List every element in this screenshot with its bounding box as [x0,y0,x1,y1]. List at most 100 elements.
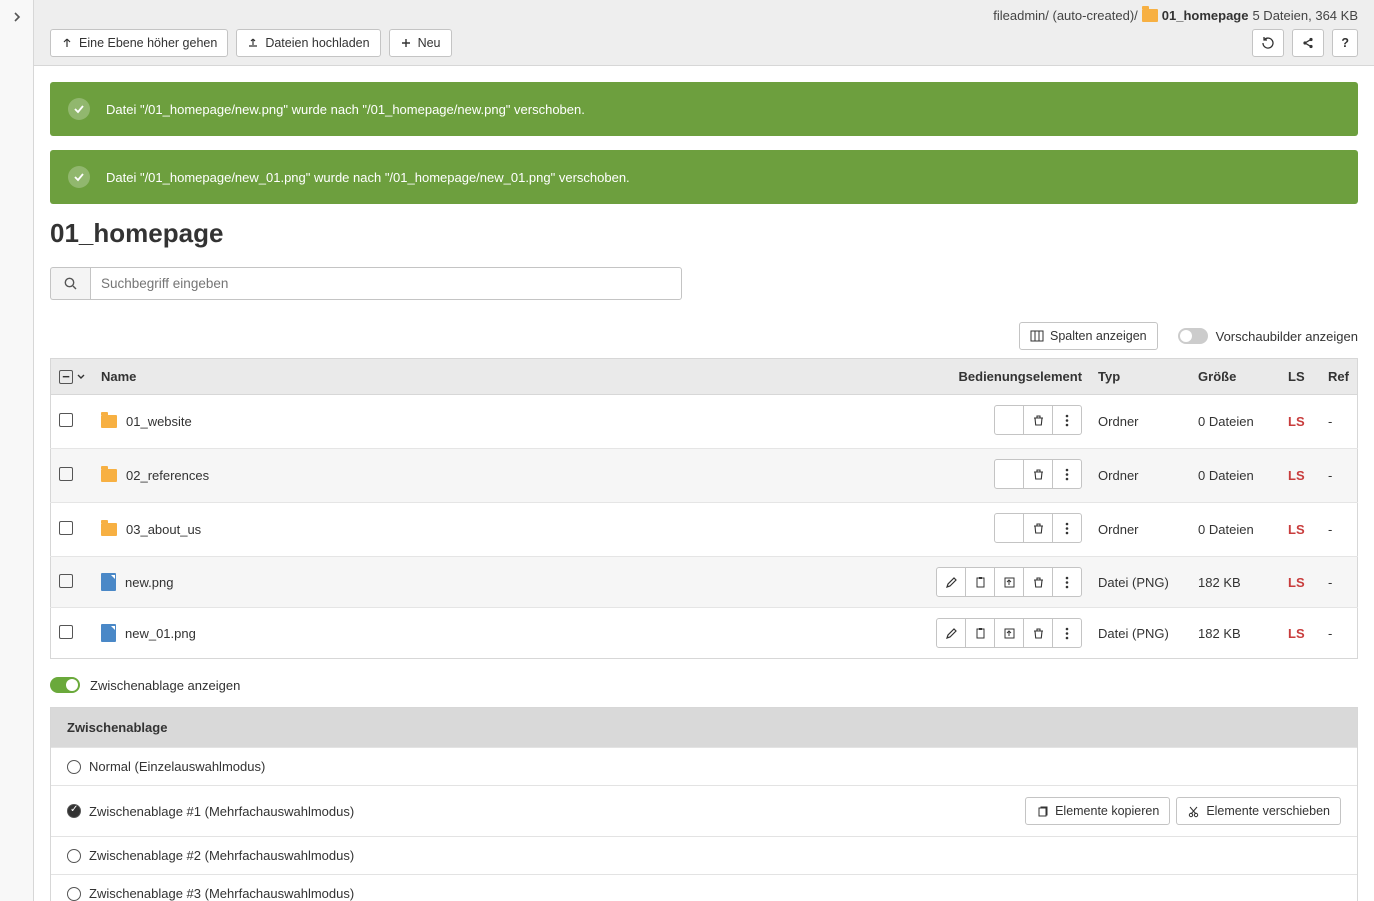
clipboard-option-label: Zwischenablage #3 (Mehrfachauswahlmodus) [89,886,354,901]
folder-icon [101,415,117,428]
replace-button[interactable] [994,618,1024,648]
sidebar-collapsed [0,0,34,901]
move-elements-button[interactable]: Elemente verschieben [1176,797,1341,825]
success-alert: Datei "/01_homepage/new.png" wurde nach … [50,82,1358,136]
alert-message: Datei "/01_homepage/new.png" wurde nach … [106,102,585,117]
th-size[interactable]: Größe [1190,359,1280,395]
clipboard-option[interactable]: Zwischenablage #3 (Mehrfachauswahlmodus) [51,874,1357,901]
edit-button[interactable] [936,618,966,648]
new-button[interactable]: Neu [389,29,452,57]
th-ls: LS [1280,359,1320,395]
share-button[interactable] [1292,29,1324,57]
clipboard-option[interactable]: Zwischenablage #1 (Mehrfachauswahlmodus)… [51,785,1357,836]
expand-sidebar-button[interactable] [12,12,22,22]
row-name[interactable]: 01_website [126,414,192,429]
check-icon [68,98,90,120]
blank-button[interactable] [994,513,1024,543]
row-checkbox[interactable] [59,625,73,639]
row-name[interactable]: new.png [125,575,173,590]
replace-button[interactable] [994,567,1024,597]
more-button[interactable] [1052,405,1082,435]
breadcrumb: fileadmin/ (auto-created)/ 01_homepage 5… [50,8,1358,23]
edit-button[interactable] [936,567,966,597]
clipboard-toggle-label: Zwischenablage anzeigen [90,678,240,693]
breadcrumb-path[interactable]: fileadmin/ (auto-created)/ [993,8,1138,23]
delete-button[interactable] [1023,459,1053,489]
row-name[interactable]: new_01.png [125,626,196,641]
row-ls: LS [1288,414,1305,429]
check-icon [68,166,90,188]
level-up-button[interactable]: Eine Ebene höher gehen [50,29,228,57]
folder-icon [1142,9,1158,22]
row-size: 0 Dateien [1190,449,1280,503]
topbar: fileadmin/ (auto-created)/ 01_homepage 5… [34,0,1374,66]
th-ref: Ref [1320,359,1357,395]
folder-icon [101,523,117,536]
delete-button[interactable] [1023,567,1053,597]
row-ref: - [1320,608,1357,659]
more-button[interactable] [1052,459,1082,489]
table-row[interactable]: new_01.pngDatei (PNG)182 KBLS- [51,608,1358,659]
row-ref: - [1320,449,1357,503]
blank-button[interactable] [994,459,1024,489]
row-ls: LS [1288,626,1305,641]
clipboard-option-label: Zwischenablage #2 (Mehrfachauswahlmodus) [89,848,354,863]
th-type[interactable]: Typ [1090,359,1190,395]
row-ref: - [1320,503,1357,557]
table-row[interactable]: 02_referencesOrdner0 DateienLS- [51,449,1358,503]
more-button[interactable] [1052,513,1082,543]
more-button[interactable] [1052,618,1082,648]
sort-dropdown-icon[interactable] [77,374,85,380]
show-columns-button[interactable]: Spalten anzeigen [1019,322,1158,350]
clipboard-button[interactable] [965,618,995,648]
row-checkbox[interactable] [59,521,73,535]
reload-button[interactable] [1252,29,1284,57]
alert-message: Datei "/01_homepage/new_01.png" wurde na… [106,170,630,185]
clipboard-option[interactable]: Normal (Einzelauswahlmodus) [51,747,1357,785]
copy-elements-button[interactable]: Elemente kopieren [1025,797,1170,825]
row-name[interactable]: 02_references [126,468,209,483]
row-ls: LS [1288,575,1305,590]
clipboard-radio[interactable] [67,804,81,818]
row-size: 0 Dateien [1190,503,1280,557]
row-checkbox[interactable] [59,413,73,427]
delete-button[interactable] [1023,405,1053,435]
breadcrumb-stats: 5 Dateien, 364 KB [1252,8,1358,23]
delete-button[interactable] [1023,513,1053,543]
th-name[interactable]: Name [93,359,880,395]
clipboard-radio[interactable] [67,887,81,901]
upload-button[interactable]: Dateien hochladen [236,29,380,57]
breadcrumb-current: 01_homepage [1162,8,1249,23]
row-checkbox[interactable] [59,467,73,481]
page-title: 01_homepage [50,218,1358,249]
table-row[interactable]: 03_about_us Ordner0 Dateien LS- [51,503,1358,557]
help-button[interactable]: ? [1332,29,1358,57]
row-type: Ordner [1090,503,1190,557]
table-row[interactable]: new.pngDatei (PNG)182 KBLS- [51,557,1358,608]
thumbnails-toggle[interactable] [1178,328,1208,344]
select-all-checkbox[interactable]: − [59,370,73,384]
row-ls: LS [1288,522,1305,537]
table-row[interactable]: 01_websiteOrdner0 DateienLS- [51,395,1358,449]
clipboard-radio[interactable] [67,849,81,863]
search-input[interactable] [90,267,682,300]
row-ref: - [1320,395,1357,449]
row-ref: - [1320,557,1357,608]
clipboard-button[interactable] [965,567,995,597]
file-icon [101,573,116,591]
clipboard-panel: Zwischenablage Normal (Einzelauswahlmodu… [50,707,1358,901]
more-button[interactable] [1052,567,1082,597]
row-checkbox[interactable] [59,574,73,588]
search-button[interactable] [50,267,90,300]
blank-button[interactable] [994,405,1024,435]
delete-button[interactable] [1023,618,1053,648]
clipboard-option[interactable]: Zwischenablage #2 (Mehrfachauswahlmodus) [51,836,1357,874]
clipboard-toggle[interactable] [50,677,80,693]
clipboard-radio[interactable] [67,760,81,774]
row-name[interactable]: 03_about_us [126,522,201,537]
folder-icon [101,469,117,482]
row-size: 182 KB [1190,608,1280,659]
search [50,267,682,300]
row-type: Ordner [1090,449,1190,503]
success-alert: Datei "/01_homepage/new_01.png" wurde na… [50,150,1358,204]
